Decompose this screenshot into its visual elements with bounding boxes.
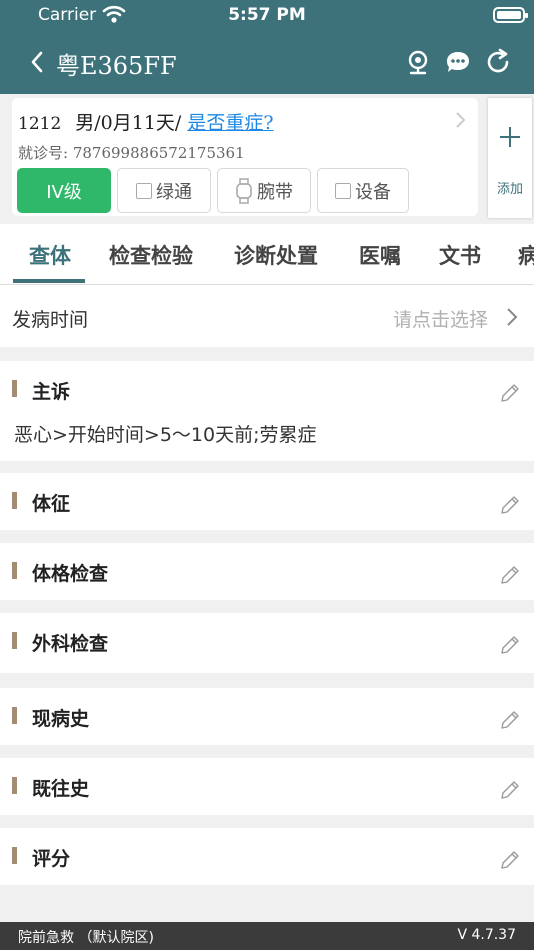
chevron-right-icon bbox=[507, 308, 518, 326]
severity-link[interactable]: 是否重症? bbox=[187, 112, 273, 134]
tab-bar: 查体 检查检验 诊断处置 医嘱 文书 病 bbox=[0, 224, 534, 284]
section-past-history: 既往史 bbox=[0, 758, 534, 815]
patient-demographics: 男/0月11天/ bbox=[75, 112, 182, 134]
footer-org-label: 院前急救 （默认院区) bbox=[18, 930, 154, 946]
patient-id: 1212 bbox=[18, 114, 62, 134]
tab-medical-history[interactable]: 病 bbox=[518, 240, 534, 270]
patient-card[interactable]: 1212 男/0月11天/是否重症? 就诊号: 78769988657217536… bbox=[12, 98, 478, 216]
plus-icon bbox=[500, 127, 520, 147]
onset-time-row[interactable]: 发病时间 请点击选择 bbox=[0, 285, 534, 347]
device-label: 设备 bbox=[355, 181, 391, 203]
add-label: 添加 bbox=[496, 182, 523, 197]
device-checkbox[interactable]: 设备 bbox=[317, 168, 409, 213]
refresh-icon[interactable] bbox=[484, 48, 512, 76]
version-label: V 4.7.37 bbox=[457, 927, 516, 943]
tab-examination-tests[interactable]: 检查检验 bbox=[109, 240, 193, 270]
patient-summary: 1212 男/0月11天/是否重症? bbox=[18, 108, 274, 135]
tab-diagnosis-treatment[interactable]: 诊断处置 bbox=[234, 240, 318, 270]
section-marker bbox=[12, 562, 17, 579]
section-title: 现病史 bbox=[32, 708, 90, 730]
battery-icon bbox=[493, 7, 528, 23]
checkbox-icon bbox=[136, 182, 152, 199]
section-present-illness: 现病史 bbox=[0, 688, 534, 745]
section-marker bbox=[12, 777, 17, 794]
edit-icon[interactable] bbox=[500, 780, 520, 800]
edit-icon[interactable] bbox=[500, 565, 520, 585]
section-title: 既往史 bbox=[32, 778, 90, 800]
edit-icon[interactable] bbox=[500, 850, 520, 870]
wristband-label: 腕带 bbox=[257, 181, 293, 203]
section-marker bbox=[12, 707, 17, 724]
section-score: 评分 bbox=[0, 828, 534, 885]
watch-icon bbox=[236, 177, 252, 204]
section-chief-complaint: 主诉 恶心>开始时间>5～10天前;劳累症 bbox=[0, 361, 534, 461]
section-title: 体格检查 bbox=[32, 563, 109, 585]
tab-orders[interactable]: 医嘱 bbox=[359, 240, 401, 270]
triage-level-label: IV级 bbox=[46, 181, 82, 203]
chevron-right-icon[interactable] bbox=[454, 110, 468, 130]
tab-documents[interactable]: 文书 bbox=[439, 240, 481, 270]
visit-number: 787699886572175361 bbox=[72, 144, 245, 162]
footer-bar: 院前急救 （默认院区) V 4.7.37 bbox=[0, 922, 534, 950]
section-marker bbox=[12, 492, 17, 509]
section-surgical-exam: 外科检查 bbox=[0, 613, 534, 673]
green-channel-label: 绿通 bbox=[156, 181, 192, 203]
page-title: 粤E365FF bbox=[56, 52, 177, 80]
edit-icon[interactable] bbox=[500, 710, 520, 730]
green-channel-checkbox[interactable]: 绿通 bbox=[117, 168, 211, 213]
clock: 5:57 PM bbox=[228, 5, 306, 25]
section-marker bbox=[12, 847, 17, 864]
active-tab-indicator bbox=[13, 279, 85, 283]
visit-number-label: 就诊号: bbox=[18, 144, 69, 162]
edit-icon[interactable] bbox=[500, 635, 520, 655]
edit-icon[interactable] bbox=[500, 495, 520, 515]
section-physical-exam: 体格检查 bbox=[0, 543, 534, 600]
edit-icon[interactable] bbox=[500, 383, 520, 403]
add-button[interactable]: 添加 bbox=[488, 98, 532, 218]
section-title: 主诉 bbox=[32, 381, 71, 403]
status-bar: Carrier 5:57 PM bbox=[0, 0, 534, 30]
back-arrow-icon[interactable] bbox=[24, 47, 54, 77]
section-content: 恶心>开始时间>5～10天前;劳累症 bbox=[14, 424, 317, 446]
visit-number-row: 就诊号: 787699886572175361 bbox=[18, 142, 245, 163]
nav-bar: 粤E365FF bbox=[0, 30, 534, 94]
onset-time-placeholder: 请点击选择 bbox=[392, 309, 488, 331]
triage-level-button[interactable]: IV级 bbox=[17, 168, 111, 213]
section-title: 体征 bbox=[32, 493, 71, 515]
chat-icon[interactable] bbox=[444, 48, 472, 76]
camera-icon[interactable] bbox=[404, 48, 432, 76]
tab-physical-exam[interactable]: 查体 bbox=[29, 240, 71, 270]
checkbox-icon bbox=[335, 182, 351, 199]
wristband-button[interactable]: 腕带 bbox=[217, 168, 311, 213]
section-title: 外科检查 bbox=[32, 633, 109, 655]
section-signs: 体征 bbox=[0, 473, 534, 530]
onset-time-label: 发病时间 bbox=[12, 309, 89, 331]
section-marker bbox=[12, 632, 17, 649]
section-marker bbox=[12, 380, 17, 397]
section-title: 评分 bbox=[32, 848, 71, 870]
